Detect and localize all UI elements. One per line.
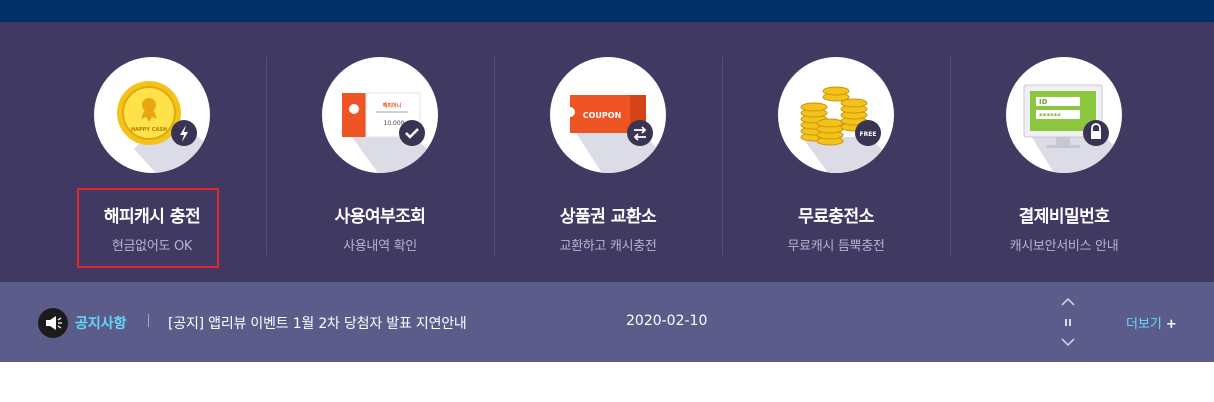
notice-headline-link[interactable]: [공지] 앱리뷰 이벤트 1월 2차 당첨자 발표 지연안내 (168, 313, 467, 333)
notice-bar: 공지사항 [공지] 앱리뷰 이벤트 1월 2차 당첨자 발표 지연안내 2020… (0, 282, 1214, 362)
card-brand-label: 해피머니 (383, 102, 402, 109)
notice-rolling-controls (1056, 294, 1080, 350)
menu-item-title: 사용여부조회 (334, 207, 426, 227)
service-menu: HAPPY CASH 해피캐시 충전 현금없어도 OK 해피머니 10,000 (0, 22, 1214, 282)
coin-stack-icon: FREE (778, 57, 894, 173)
notice-separator (148, 314, 149, 327)
notice-next-button[interactable] (1056, 334, 1080, 348)
menu-item-subtitle: 사용내역 확인 (343, 239, 417, 254)
menu-item-title: 결제비밀번호 (1018, 207, 1110, 227)
screen-password-mask: ****** (1039, 112, 1061, 120)
megaphone-icon (38, 308, 68, 338)
more-label: 더보기 (1126, 317, 1162, 332)
top-navigation-bar (0, 0, 1214, 22)
menu-item-title: 무료충전소 (798, 207, 874, 227)
menu-item-free-charging[interactable]: FREE 무료충전소 무료캐시 듬뿍충전 (722, 22, 950, 282)
notice-pause-button[interactable] (1056, 315, 1080, 329)
happy-cash-card-icon: 해피머니 10,000 (322, 57, 438, 173)
chevron-down-icon (1061, 338, 1075, 347)
free-badge-icon: FREE (860, 131, 877, 138)
chevron-up-icon (1061, 297, 1075, 306)
menu-item-subtitle: 무료캐시 듬뿍충전 (787, 239, 885, 254)
happy-cash-coin-icon: HAPPY CASH (94, 57, 210, 173)
menu-item-title: 상품권 교환소 (559, 207, 657, 227)
menu-item-subtitle: 교환하고 캐시충전 (559, 239, 657, 254)
coin-label: HAPPY CASH (131, 127, 167, 133)
selection-highlight (77, 188, 219, 268)
notice-date: 2020-02-10 (626, 313, 708, 329)
menu-item-payment-password[interactable]: ID ****** 결제비밀번호 캐시보안서비스 안내 (950, 22, 1178, 282)
coupon-icon: COUPON (550, 57, 666, 173)
notice-more-link[interactable]: 더보기 + (1126, 313, 1177, 332)
monitor-password-icon: ID ****** (1006, 57, 1122, 173)
screen-id-label: ID (1039, 98, 1048, 106)
menu-item-voucher-exchange[interactable]: COUPON 상품권 교환소 교환하고 캐시충전 (494, 22, 722, 282)
notice-label[interactable]: 공지사항 (75, 313, 127, 333)
menu-item-usage-check[interactable]: 해피머니 10,000 사용여부조회 사용내역 확인 (266, 22, 494, 282)
menu-item-subtitle: 캐시보안서비스 안내 (1009, 239, 1119, 254)
notice-prev-button[interactable] (1056, 294, 1080, 308)
pause-icon (1065, 319, 1071, 326)
plus-icon: + (1165, 317, 1177, 332)
coupon-label: COUPON (583, 111, 622, 120)
